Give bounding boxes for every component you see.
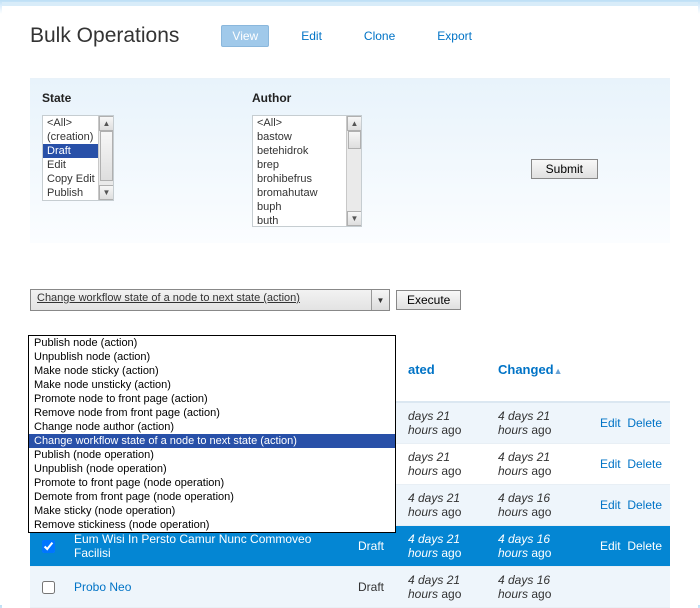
author-opt-3[interactable]: brep: [253, 158, 361, 172]
col-updated[interactable]: ated: [400, 352, 490, 402]
row-delete[interactable]: Delete: [627, 498, 662, 512]
table-row: Probo Neo Draft 4 days 21 hours ago 4 da…: [30, 567, 670, 608]
scroll-up-icon[interactable]: ▲: [99, 116, 114, 131]
dd-opt[interactable]: Make node unsticky (action): [29, 378, 395, 392]
dd-opt-selected[interactable]: Change workflow state of a node to next …: [29, 434, 395, 448]
dd-opt[interactable]: Publish node (action): [29, 336, 395, 350]
tab-clone[interactable]: Clone: [354, 25, 405, 47]
row-edit[interactable]: Edit: [600, 457, 621, 471]
filters-panel: State <All> (creation) Draft Edit Copy E…: [30, 78, 670, 243]
state-label: State: [42, 91, 114, 105]
tabs: View Edit Clone Export: [221, 25, 482, 47]
row-title[interactable]: Probo Neo: [74, 580, 131, 594]
row-title[interactable]: Eum Wisi In Persto Camur Nunc Commoveo F…: [74, 532, 311, 560]
author-opt-5[interactable]: bromahutaw: [253, 186, 361, 200]
scroll-thumb[interactable]: [348, 131, 361, 149]
chevron-down-icon[interactable]: ▼: [371, 290, 389, 310]
author-label: Author: [252, 91, 362, 105]
row-edit[interactable]: Edit: [600, 539, 621, 553]
author-opt-1[interactable]: bastow: [253, 130, 361, 144]
dd-opt[interactable]: Demote from front page (node operation): [29, 490, 395, 504]
dd-opt[interactable]: Promote to front page (node operation): [29, 476, 395, 490]
dd-opt[interactable]: Promote node to front page (action): [29, 392, 395, 406]
tab-export[interactable]: Export: [427, 25, 482, 47]
execute-button[interactable]: Execute: [396, 290, 461, 310]
scroll-up-icon[interactable]: ▲: [347, 116, 362, 131]
dd-opt[interactable]: Remove node from front page (action): [29, 406, 395, 420]
dd-opt[interactable]: Unpublish node (action): [29, 350, 395, 364]
dd-opt[interactable]: Remove stickiness (node operation): [29, 518, 395, 532]
state-listbox[interactable]: <All> (creation) Draft Edit Copy Edit Pu…: [42, 115, 114, 201]
row-checkbox[interactable]: [42, 581, 55, 594]
filter-author: Author <All> bastow betehidrok brep broh…: [252, 91, 362, 227]
dd-opt[interactable]: Make sticky (node operation): [29, 504, 395, 518]
bulk-action-select[interactable]: Change workflow state of a node to next …: [30, 289, 390, 311]
author-opt-7[interactable]: buth: [253, 214, 361, 227]
col-changed[interactable]: Changed▲: [490, 352, 580, 402]
tab-view[interactable]: View: [221, 25, 269, 47]
dd-opt[interactable]: Change node author (action): [29, 420, 395, 434]
page-title: Bulk Operations: [30, 24, 179, 48]
row-delete[interactable]: Delete: [627, 539, 662, 553]
dd-opt[interactable]: Unpublish (node operation): [29, 462, 395, 476]
tab-edit[interactable]: Edit: [291, 25, 332, 47]
submit-button[interactable]: Submit: [531, 159, 598, 179]
row-state: Draft: [350, 567, 400, 608]
sort-asc-icon: ▲: [554, 366, 563, 376]
bulk-action-dropdown[interactable]: Publish node (action) Unpublish node (ac…: [28, 335, 396, 533]
scroll-thumb[interactable]: [100, 131, 113, 181]
scroll-down-icon[interactable]: ▼: [347, 211, 362, 226]
bulk-action-current: Change workflow state of a node to next …: [31, 290, 371, 310]
author-listbox[interactable]: <All> bastow betehidrok brep brohibefrus…: [252, 115, 362, 227]
state-scrollbar[interactable]: ▲ ▼: [98, 116, 113, 200]
dd-opt[interactable]: Make node sticky (action): [29, 364, 395, 378]
filter-state: State <All> (creation) Draft Edit Copy E…: [42, 91, 114, 201]
row-delete[interactable]: Delete: [627, 457, 662, 471]
author-opt-4[interactable]: brohibefrus: [253, 172, 361, 186]
author-opt-6[interactable]: buph: [253, 200, 361, 214]
author-opt-all[interactable]: <All>: [253, 116, 361, 130]
row-edit[interactable]: Edit: [600, 498, 621, 512]
row-checkbox[interactable]: [42, 540, 55, 553]
dd-opt[interactable]: Publish (node operation): [29, 448, 395, 462]
row-edit[interactable]: Edit: [600, 416, 621, 430]
author-opt-2[interactable]: betehidrok: [253, 144, 361, 158]
author-scrollbar[interactable]: ▲ ▼: [346, 116, 361, 226]
scroll-down-icon[interactable]: ▼: [99, 185, 114, 200]
row-delete[interactable]: Delete: [627, 416, 662, 430]
